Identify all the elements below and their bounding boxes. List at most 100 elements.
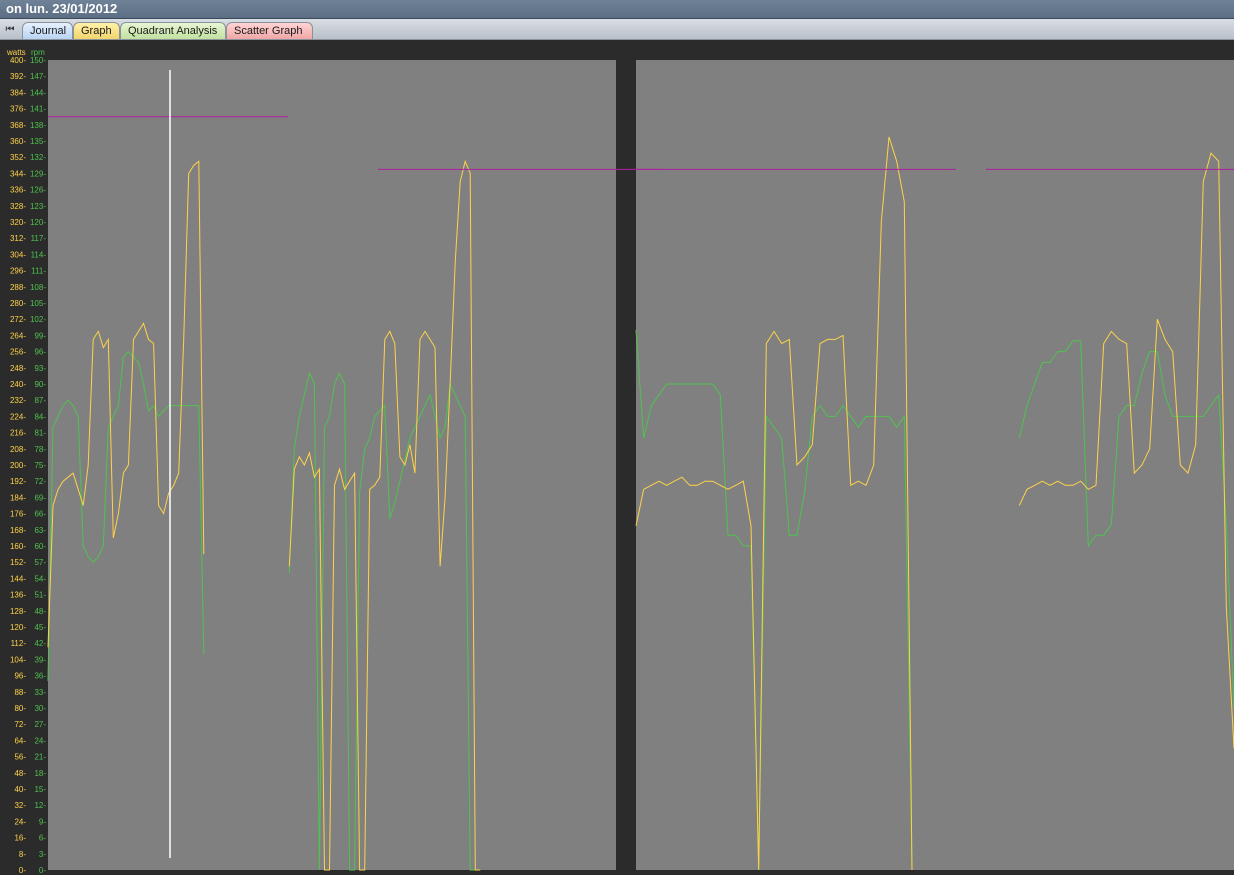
y2-tick-label: 93- [34, 364, 46, 373]
plot-panel-2[interactable] [636, 60, 1234, 870]
y2-tick-label: 111- [31, 267, 46, 276]
y-tick-label: 328- [10, 202, 26, 211]
y-tick-label: 248- [10, 364, 26, 373]
y2-tick-label: 90- [34, 380, 46, 389]
y-tick-label: 120- [10, 623, 26, 632]
y2-tick-label: 27- [34, 720, 46, 729]
y-tick-label: 176- [10, 510, 26, 519]
y2-tick-label: 144- [30, 88, 46, 97]
y2-tick-label: 120- [30, 218, 46, 227]
y2-tick-label: 141- [30, 105, 46, 114]
y2-tick-label: 96- [34, 348, 46, 357]
y-tick-label: 184- [10, 493, 26, 502]
y2-tick-label: 48- [34, 607, 46, 616]
y2-tick-label: 45- [34, 623, 46, 632]
tab-journal[interactable]: Journal [22, 22, 73, 39]
y-tick-label: 296- [10, 267, 26, 276]
y-tick-label: 64- [14, 736, 26, 745]
y-tick-label: 288- [10, 283, 26, 292]
y2-tick-label: 18- [34, 769, 46, 778]
y2-tick-label: 126- [30, 186, 46, 195]
y-tick-label: 144- [10, 574, 26, 583]
y-tick-label: 320- [10, 218, 26, 227]
y2-tick-label: 24- [34, 736, 46, 745]
y2-tick-label: 0- [39, 866, 46, 875]
y2-tick-label: 84- [34, 412, 46, 421]
y2-tick-label: 129- [30, 169, 46, 178]
y-tick-label: 304- [10, 250, 26, 259]
y-tick-label: 40- [14, 785, 26, 794]
y2-tick-label: 87- [34, 396, 46, 405]
y-tick-label: 400- [10, 56, 26, 65]
y2-tick-label: 12- [34, 801, 46, 810]
y-tick-label: 80- [14, 704, 26, 713]
y2-tick-label: 21- [34, 753, 46, 762]
y-tick-label: 360- [10, 137, 26, 146]
y-tick-label: 0- [19, 866, 26, 875]
y-tick-label: 344- [10, 169, 26, 178]
y-tick-label: 392- [10, 72, 26, 81]
y2-tick-label: 132- [30, 153, 46, 162]
y2-tick-label: 72- [34, 477, 46, 486]
y-tick-label: 336- [10, 186, 26, 195]
y-tick-label: 168- [10, 526, 26, 535]
y-tick-label: 56- [14, 753, 26, 762]
y-tick-label: 208- [10, 445, 26, 454]
graph-area[interactable]: watts rpm 400- 150-392- 147-384- 144-376- 14… [0, 40, 1234, 875]
y-tick-label: 24- [14, 817, 26, 826]
y2-tick-label: 42- [34, 639, 46, 648]
y2-tick-label: 57- [34, 558, 46, 567]
y2-tick-label: 66- [34, 510, 46, 519]
y2-tick-label: 6- [39, 834, 46, 843]
y2-tick-label: 54- [34, 574, 46, 583]
y-tick-label: 112- [11, 639, 27, 648]
y2-tick-label: 36- [34, 672, 46, 681]
y-tick-label: 8- [19, 850, 26, 859]
y2-tick-label: 135- [30, 137, 46, 146]
y-tick-label: 96- [14, 672, 26, 681]
y2-tick-label: 60- [34, 542, 46, 551]
y2-tick-label: 9- [39, 817, 46, 826]
y2-tick-label: 114- [31, 250, 47, 259]
y2-tick-label: 138- [30, 121, 46, 130]
y-tick-label: 216- [10, 429, 26, 438]
y2-tick-label: 81- [34, 429, 46, 438]
y2-tick-label: 75- [34, 461, 46, 470]
tab-bar: ⏮ Journal Graph Quadrant Analysis Scatte… [0, 19, 1234, 40]
y-tick-label: 104- [10, 655, 26, 664]
y-tick-label: 152- [10, 558, 26, 567]
first-tab-nav-icon[interactable]: ⏮ [2, 22, 18, 37]
y-tick-label: 48- [14, 769, 26, 778]
y-tick-label: 16- [14, 834, 26, 843]
y-tick-label: 32- [14, 801, 26, 810]
y-tick-label: 384- [10, 88, 26, 97]
tab-scatter-graph[interactable]: Scatter Graph [226, 22, 313, 39]
y2-tick-label: 108- [30, 283, 46, 292]
y-tick-label: 312- [10, 234, 26, 243]
y-tick-label: 256- [10, 348, 26, 357]
y2-tick-label: 123- [30, 202, 46, 211]
y-tick-label: 192- [10, 477, 26, 486]
y-tick-label: 264- [10, 331, 26, 340]
y2-tick-label: 51- [34, 591, 46, 600]
y-tick-label: 136- [10, 591, 26, 600]
tab-graph[interactable]: Graph [73, 22, 120, 39]
y2-tick-label: 69- [34, 493, 46, 502]
plot-panel-1[interactable] [48, 60, 616, 870]
y2-tick-label: 39- [34, 655, 46, 664]
window-title: on lun. 23/01/2012 [0, 0, 1234, 19]
y2-tick-label: 30- [34, 704, 46, 713]
y-tick-label: 368- [10, 121, 26, 130]
y-tick-label: 200- [10, 461, 26, 470]
y-tick-label: 72- [14, 720, 26, 729]
y-tick-label: 272- [10, 315, 26, 324]
y2-tick-label: 102- [30, 315, 46, 324]
y2-tick-label: 33- [34, 688, 46, 697]
y2-tick-label: 15- [34, 785, 46, 794]
y-tick-label: 88- [14, 688, 26, 697]
y2-tick-label: 99- [34, 331, 46, 340]
tab-quadrant-analysis[interactable]: Quadrant Analysis [120, 22, 226, 39]
y2-tick-label: 147- [30, 72, 46, 81]
y-tick-label: 224- [10, 412, 26, 421]
y-tick-label: 160- [10, 542, 26, 551]
